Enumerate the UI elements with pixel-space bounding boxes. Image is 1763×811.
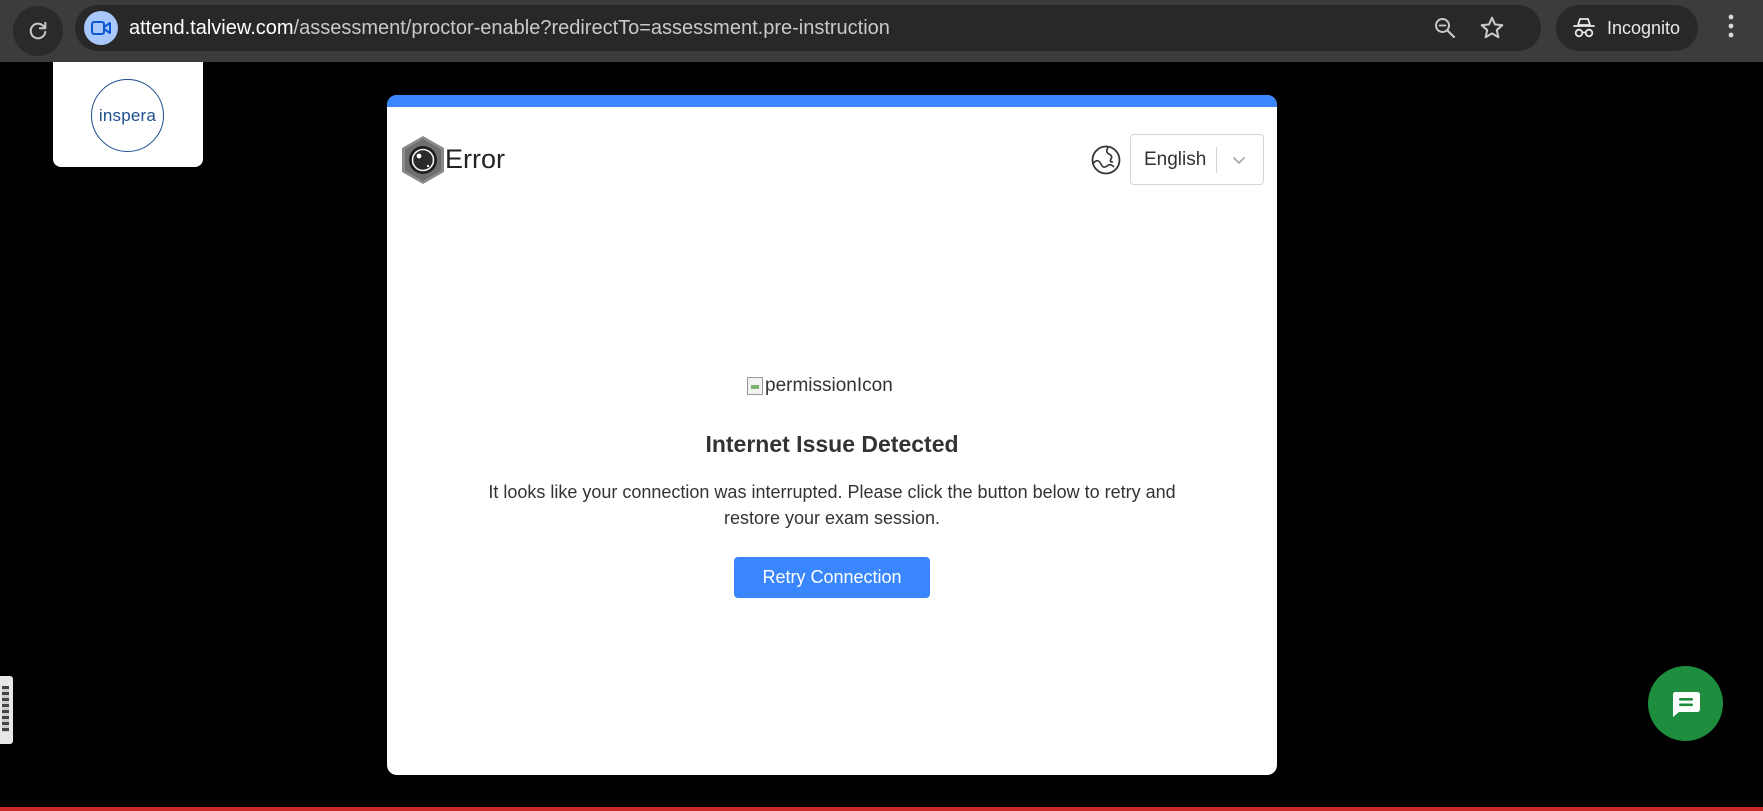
webcam-logo-icon [402,136,444,184]
star-icon[interactable] [1479,15,1505,41]
url-path: /assessment/proctor-enable?redirectTo=as… [293,17,890,39]
brand-logo-card: inspera [53,62,203,167]
brand-logo: inspera [91,79,164,152]
broken-image-icon [747,377,763,395]
error-card: Error English permissionIcon Internet Is… [387,95,1277,775]
error-message: It looks like your connection was interr… [488,482,1176,528]
address-bar[interactable]: attend.talview.com/assessment/proctor-en… [75,5,1541,51]
url-text[interactable]: attend.talview.com/assessment/proctor-en… [129,5,890,51]
card-accent-bar [387,95,1277,107]
side-thumbnail-tab[interactable] [0,676,13,744]
permission-image: permissionIcon [747,375,893,397]
select-divider [1216,147,1217,173]
chat-launcher-button[interactable] [1648,666,1723,741]
chevron-down-icon [1233,157,1245,164]
browser-toolbar: attend.talview.com/assessment/proctor-en… [0,0,1763,62]
retry-connection-button[interactable]: Retry Connection [734,557,930,598]
permission-image-alt: permissionIcon [765,375,893,396]
more-vert-icon[interactable] [1722,12,1740,40]
site-info-button[interactable] [84,11,118,45]
language-select[interactable]: English [1130,134,1264,185]
error-heading: Internet Issue Detected [705,431,959,457]
card-title: Error [445,144,505,174]
url-host: attend.talview.com [129,17,294,39]
incognito-icon [1573,18,1595,38]
globe-icon [1091,145,1121,175]
bottom-edge-line [0,807,1763,811]
language-selected-value: English [1144,149,1207,170]
reload-icon [29,21,47,40]
camera-icon [91,21,111,35]
brand-logo-text: inspera [98,105,157,125]
incognito-label: Incognito [1607,18,1681,38]
chat-icon [1672,691,1700,717]
zoom-icon[interactable] [1433,16,1457,40]
incognito-indicator[interactable]: Incognito [1556,5,1698,51]
reload-button[interactable] [13,6,63,56]
